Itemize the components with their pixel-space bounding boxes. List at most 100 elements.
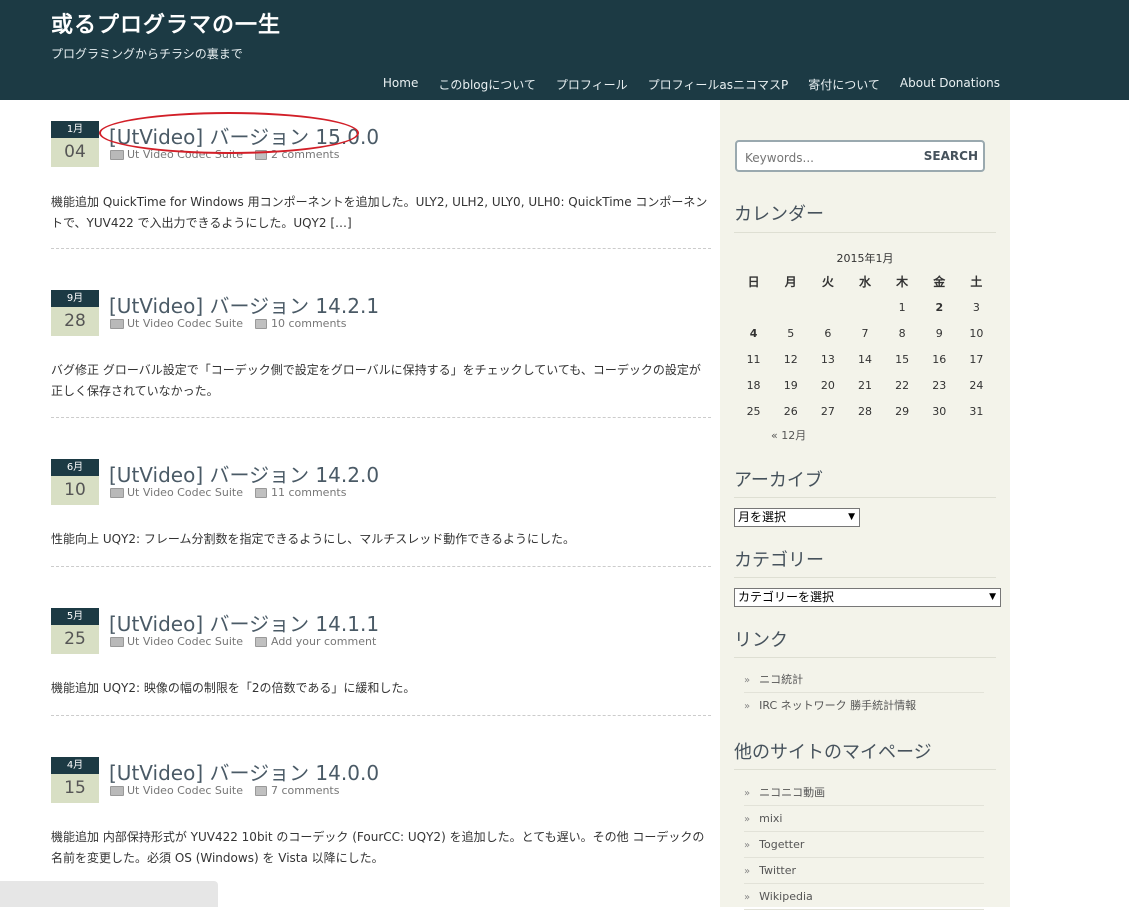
list-item[interactable]: » Togetter	[744, 832, 984, 858]
link-label[interactable]: Wikipedia	[759, 890, 813, 903]
calendar-day: 27	[820, 404, 835, 418]
calendar-day	[735, 294, 772, 320]
site-header: 或るプログラマの一生 プログラミングからチラシの裏まで Home このblogに…	[0, 0, 1129, 100]
post-category-link[interactable]: Ut Video Codec Suite	[127, 784, 243, 797]
calendar-day: 9	[935, 326, 943, 340]
link-label[interactable]: IRC ネットワーク 勝手統計情報	[759, 699, 916, 712]
search-box: SEARCH	[735, 140, 985, 172]
widget-divider	[734, 769, 996, 770]
post-divider	[51, 566, 711, 567]
post-comments-link[interactable]: 2 comments	[271, 148, 340, 161]
post-comments-link[interactable]: Add your comment	[271, 635, 376, 648]
nav-profile[interactable]: プロフィール	[556, 76, 628, 93]
mypages-title: 他のサイトのマイページ	[734, 742, 932, 763]
weekday-mon: 月	[784, 274, 797, 289]
post-category-link[interactable]: Ut Video Codec Suite	[127, 317, 243, 330]
post-day: 04	[51, 138, 99, 167]
post-title-link[interactable]: [UtVideo] バージョン 14.2.1	[109, 290, 379, 319]
calendar-day-link[interactable]: 2	[921, 294, 958, 320]
calendar-day: 18	[746, 378, 761, 392]
calendar-prev-month-link[interactable]: « 12月	[771, 427, 806, 443]
post-excerpt: 性能向上 UQY2: フレーム分割数を指定できるようにし、マルチスレッド動作でき…	[51, 532, 576, 546]
weekday-sun: 日	[747, 274, 760, 289]
post-date: 5月 25	[51, 608, 99, 654]
list-item[interactable]: » IRC ネットワーク 勝手統計情報	[744, 693, 984, 719]
calendar-day: 11	[746, 352, 761, 366]
comment-icon	[254, 318, 267, 329]
post-comments-link[interactable]: 7 comments	[271, 784, 340, 797]
post-title-link[interactable]: [UtVideo] バージョン 14.2.0	[109, 459, 379, 488]
post-comments-link[interactable]: 11 comments	[271, 486, 347, 499]
weekday-sat: 土	[970, 274, 983, 289]
link-label[interactable]: ニコ統計	[759, 673, 803, 686]
post-title-link[interactable]: [UtVideo] バージョン 14.1.1	[109, 608, 379, 637]
list-item[interactable]: » Wikipedia	[744, 884, 984, 910]
folder-icon	[110, 636, 124, 647]
calendar-day	[772, 294, 809, 320]
site-title[interactable]: 或るプログラマの一生	[51, 7, 281, 39]
post-title-link[interactable]: [UtVideo] バージョン 15.0.0	[109, 121, 379, 150]
nav-donation-ja[interactable]: 寄付について	[808, 76, 880, 93]
calendar-day: 17	[969, 352, 984, 366]
list-item[interactable]: » ニコニコ動画	[744, 780, 984, 806]
calendar-day: 25	[746, 404, 761, 418]
nav-about-blog[interactable]: このblogについて	[438, 76, 536, 93]
list-item[interactable]: » ニコ統計	[744, 667, 984, 693]
post-day: 25	[51, 625, 99, 654]
calendar-day: 23	[932, 378, 947, 392]
calendar-day: 22	[895, 378, 910, 392]
post-divider	[51, 248, 711, 249]
calendar-day: 29	[895, 404, 910, 418]
post-category-link[interactable]: Ut Video Codec Suite	[127, 635, 243, 648]
archive-select[interactable]: 月を選択 ▼	[734, 508, 860, 527]
post-category-link[interactable]: Ut Video Codec Suite	[127, 148, 243, 161]
post-divider	[51, 715, 711, 716]
post-month: 1月	[51, 121, 99, 138]
post-title-link[interactable]: [UtVideo] バージョン 14.0.0	[109, 757, 379, 786]
post-month: 6月	[51, 459, 99, 476]
bullet-icon: »	[744, 866, 751, 877]
dropdown-arrow-icon: ▼	[848, 512, 855, 522]
horizontal-scrollbar[interactable]	[0, 881, 218, 907]
post-meta: Ut Video Codec Suite 11 comments	[110, 486, 346, 499]
main-nav: Home このblogについて プロフィール プロフィールasニコマスP 寄付に…	[383, 76, 1000, 93]
post-category-link[interactable]: Ut Video Codec Suite	[127, 486, 243, 499]
nav-profile-nicomas[interactable]: プロフィールasニコマスP	[648, 76, 789, 93]
link-label[interactable]: Twitter	[759, 864, 796, 877]
category-select[interactable]: カテゴリーを選択 ▼	[734, 588, 1001, 607]
mypages-list: » ニコニコ動画 » mixi » Togetter » Twitter » Wikipe…	[744, 780, 984, 910]
calendar-day: 12	[783, 352, 798, 366]
bullet-icon: »	[744, 675, 751, 686]
folder-icon	[110, 487, 124, 498]
calendar-day: 21	[857, 378, 872, 392]
calendar-day: 1	[898, 300, 906, 314]
link-label[interactable]: ニコニコ動画	[759, 786, 825, 799]
nav-donation-en[interactable]: About Donations	[900, 76, 1000, 93]
post-day: 15	[51, 774, 99, 803]
calendar-day: 14	[857, 352, 872, 366]
comment-icon	[254, 149, 267, 160]
list-item[interactable]: » mixi	[744, 806, 984, 832]
dropdown-arrow-icon: ▼	[989, 592, 996, 602]
categories-title: カテゴリー	[734, 550, 824, 571]
search-input[interactable]	[745, 151, 915, 165]
search-button[interactable]: SEARCH	[924, 149, 978, 163]
link-label[interactable]: mixi	[759, 812, 782, 825]
calendar-day: 10	[969, 326, 984, 340]
post-month: 9月	[51, 290, 99, 307]
post-day: 28	[51, 307, 99, 336]
post-comments-link[interactable]: 10 comments	[271, 317, 347, 330]
calendar-day-link[interactable]: 4	[735, 320, 772, 346]
weekday-wed: 水	[858, 274, 871, 289]
calendar-title: カレンダー	[734, 204, 824, 225]
nav-home[interactable]: Home	[383, 76, 418, 93]
list-item[interactable]: » Twitter	[744, 858, 984, 884]
post-date: 4月 15	[51, 757, 99, 803]
calendar-table: 日 月 火 水 木 金 土 1 2 3 4 5 6 7 8 9 10 11 12…	[735, 268, 995, 424]
links-list: » ニコ統計 » IRC ネットワーク 勝手統計情報	[744, 667, 984, 719]
folder-icon	[110, 318, 124, 329]
calendar-day: 28	[857, 404, 872, 418]
folder-icon	[110, 149, 124, 160]
post-month: 5月	[51, 608, 99, 625]
link-label[interactable]: Togetter	[759, 838, 804, 851]
